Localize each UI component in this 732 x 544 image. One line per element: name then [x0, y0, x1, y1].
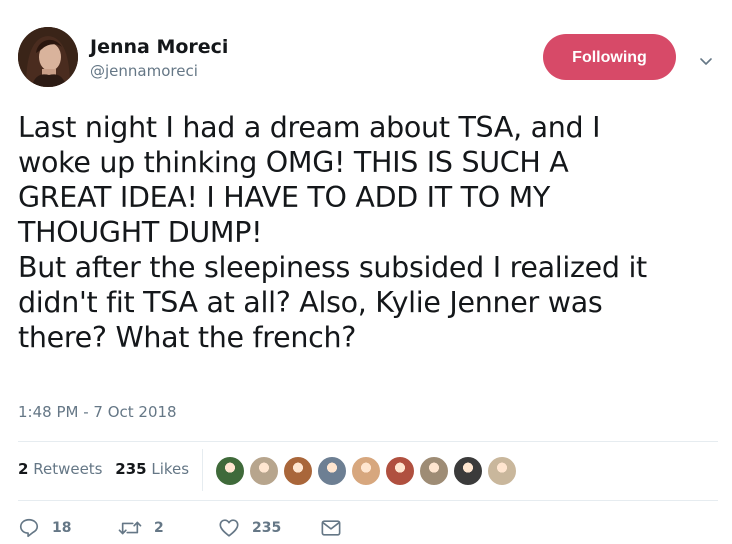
- tweet-text: Last night I had a dream about TSA, and …: [18, 111, 647, 354]
- retweets-label: Retweets: [33, 460, 103, 478]
- liker-avatar[interactable]: [487, 456, 517, 486]
- reply-button[interactable]: 18: [18, 515, 71, 541]
- direct-message-button[interactable]: [320, 515, 342, 541]
- chevron-down-icon[interactable]: [697, 52, 715, 70]
- liker-avatar[interactable]: [283, 456, 313, 486]
- tweet-timestamp[interactable]: 1:48 PM - 7 Oct 2018: [18, 403, 177, 421]
- liker-avatar[interactable]: [249, 456, 279, 486]
- reply-count: 18: [52, 520, 72, 536]
- likes-label: Likes: [151, 460, 190, 478]
- retweet-icon: [118, 521, 142, 535]
- stats-separator: [202, 449, 203, 491]
- author-handle[interactable]: @jennamoreci: [90, 62, 198, 80]
- envelope-icon: [321, 520, 341, 536]
- divider-top: [18, 441, 718, 442]
- like-count: 235: [252, 520, 282, 536]
- liker-avatar[interactable]: [419, 456, 449, 486]
- reply-icon: [19, 518, 39, 538]
- retweet-button[interactable]: 2: [118, 515, 164, 541]
- tweet-actions: 18 2 235: [18, 515, 378, 541]
- divider-bottom: [18, 500, 718, 501]
- like-button[interactable]: 235: [218, 515, 281, 541]
- retweets-count: 2: [18, 460, 29, 478]
- liker-avatar[interactable]: [317, 456, 347, 486]
- heart-icon: [219, 519, 239, 537]
- author-name[interactable]: Jenna Moreci: [90, 36, 228, 58]
- likes-stat[interactable]: 235 Likes: [115, 460, 189, 478]
- following-button[interactable]: Following: [543, 34, 676, 80]
- retweet-count: 2: [154, 520, 164, 536]
- likes-count: 235: [115, 460, 147, 478]
- author-avatar[interactable]: [18, 27, 78, 87]
- liker-avatar[interactable]: [385, 456, 415, 486]
- avatar-image: [18, 27, 78, 87]
- retweets-stat[interactable]: 2 Retweets: [18, 460, 103, 478]
- tweet-stats: 2 Retweets 235 Likes: [18, 460, 189, 478]
- liker-avatar[interactable]: [351, 456, 381, 486]
- liker-avatar[interactable]: [453, 456, 483, 486]
- liker-avatar[interactable]: [215, 456, 245, 486]
